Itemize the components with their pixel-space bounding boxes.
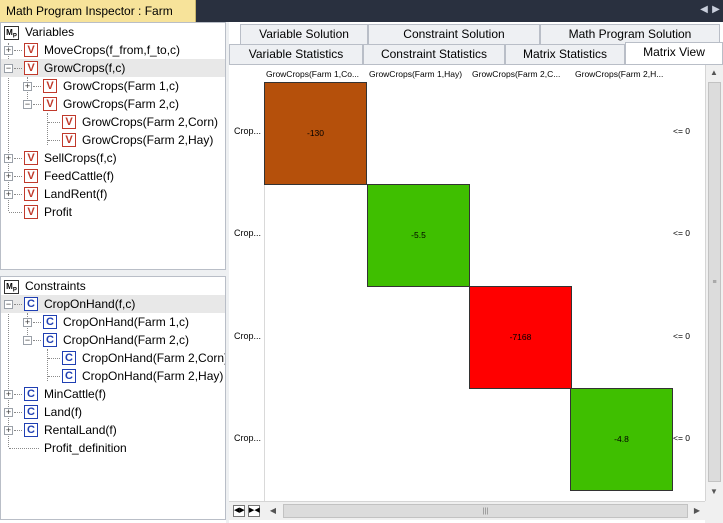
variable-icon: V [24,205,38,219]
expand-icon[interactable]: + [4,190,13,199]
window-title: Math Program Inspector : Farm [6,4,173,18]
tree-item-movecrops[interactable]: + V MoveCrops(f_from,f_to,c) [1,41,225,59]
tab-matrix-view[interactable]: Matrix View [625,42,723,64]
scroll-left-icon[interactable]: ◀ [265,503,281,519]
tree-item-rentalland[interactable]: + C RentalLand(f) [1,421,225,439]
expand-icon[interactable]: + [23,318,32,327]
matrix-cell[interactable]: -130 [264,82,367,185]
tree-item-growcrops[interactable]: − V GrowCrops(f,c) [1,59,225,77]
constraint-icon: C [62,369,76,383]
first-page-icon[interactable]: ◀▶ [233,505,245,517]
expand-icon[interactable]: + [4,390,13,399]
variable-icon: V [24,151,38,165]
constraints-tree[interactable]: MP Constraints − C CropOnHand(f,c) + C C… [0,276,226,520]
variable-icon: V [43,79,57,93]
row-header: Crop... [234,331,262,341]
collapse-icon[interactable]: − [23,336,32,345]
relation-label: <= 0 [673,228,691,238]
window-title-tab[interactable]: Math Program Inspector : Farm [0,0,196,22]
tree-item-croponhand-farm2-corn[interactable]: C CropOnHand(Farm 2,Corn) [1,349,225,367]
tree-item-croponhand[interactable]: − C CropOnHand(f,c) [1,295,225,313]
horizontal-scrollbar[interactable]: ◀▶ ▶◀ ◀ ||| ▶ [229,501,705,520]
math-program-icon: MP [4,26,19,40]
variables-header: Variables [25,25,75,39]
tree-item-profit-definition[interactable]: Profit_definition [1,439,225,457]
constraint-icon: C [43,315,57,329]
title-bar: Math Program Inspector : Farm ◀ ▶ [0,0,723,22]
row-header: Crop... [234,228,262,238]
collapse-icon[interactable]: − [4,64,13,73]
constraint-icon: C [62,351,76,365]
scroll-tabs-left-icon[interactable]: ◀ [698,3,710,17]
tree-item-profit[interactable]: V Profit [1,203,225,221]
math-program-icon: MP [4,280,19,294]
expand-icon[interactable]: + [4,172,13,181]
constraint-icon: C [43,333,57,347]
collapse-icon[interactable]: − [23,100,32,109]
matrix-cell[interactable]: -7168 [469,286,572,389]
matrix-view[interactable]: GrowCrops(Farm 1,Co... GrowCrops(Farm 1,… [229,65,705,501]
constraint-icon: C [24,387,38,401]
variable-icon: V [62,115,76,129]
tree-item-sellcrops[interactable]: + V SellCrops(f,c) [1,149,225,167]
tree-item-growcrops-farm2-hay[interactable]: V GrowCrops(Farm 2,Hay) [1,131,225,149]
tree-item-croponhand-farm1[interactable]: + C CropOnHand(Farm 1,c) [1,313,225,331]
expand-icon[interactable]: + [4,426,13,435]
tab-constraint-statistics[interactable]: Constraint Statistics [363,44,505,64]
tab-variable-statistics[interactable]: Variable Statistics [229,44,363,64]
variable-icon: V [24,187,38,201]
scrollbar-corner [705,501,723,523]
tab-variable-solution[interactable]: Variable Solution [240,24,368,44]
scroll-tabs-right-icon[interactable]: ▶ [710,3,722,17]
column-header: GrowCrops(Farm 2,C... [472,69,561,79]
variable-icon: V [43,97,57,111]
tree-item-feedcattle[interactable]: + V FeedCattle(f) [1,167,225,185]
scroll-up-icon[interactable]: ▲ [706,65,722,81]
tree-item-croponhand-farm2[interactable]: − C CropOnHand(Farm 2,c) [1,331,225,349]
tab-math-program-solution[interactable]: Math Program Solution [540,24,720,44]
horizontal-scroll-thumb[interactable]: ||| [283,504,688,518]
constraint-icon: C [24,423,38,437]
relation-label: <= 0 [673,433,691,443]
relation-label: <= 0 [673,126,691,136]
tab-matrix-statistics[interactable]: Matrix Statistics [505,44,625,64]
tree-item-croponhand-farm2-hay[interactable]: C CropOnHand(Farm 2,Hay) [1,367,225,385]
tree-item-growcrops-farm1[interactable]: + V GrowCrops(Farm 1,c) [1,77,225,95]
column-header: GrowCrops(Farm 2,H... [575,69,664,79]
vertical-scrollbar[interactable]: ▲ ≡ ▼ [705,65,723,501]
expand-icon[interactable]: + [4,408,13,417]
matrix-cell[interactable]: -5.5 [367,184,470,287]
variables-tree[interactable]: MP Variables + V MoveCrops(f_from,f_to,c… [0,22,226,270]
collapse-icon[interactable]: − [4,300,13,309]
variable-icon: V [24,169,38,183]
scroll-right-icon[interactable]: ▶ [689,503,705,519]
tree-item-mincattle[interactable]: + C MinCattle(f) [1,385,225,403]
matrix-cell[interactable]: -4.8 [570,388,673,491]
last-page-icon[interactable]: ▶◀ [248,505,260,517]
tree-item-land[interactable]: + C Land(f) [1,403,225,421]
scroll-down-icon[interactable]: ▼ [706,484,722,500]
variable-icon: V [24,43,38,57]
expand-icon[interactable]: + [4,154,13,163]
vertical-scroll-thumb[interactable]: ≡ [708,82,721,482]
tree-item-growcrops-farm2[interactable]: − V GrowCrops(Farm 2,c) [1,95,225,113]
constraints-header: Constraints [25,279,86,293]
tab-constraint-solution[interactable]: Constraint Solution [368,24,540,44]
constraint-icon: C [24,405,38,419]
row-header: Crop... [234,433,262,443]
column-header: GrowCrops(Farm 1,Co... [266,69,360,79]
relation-label: <= 0 [673,331,691,341]
tree-item-landrent[interactable]: + V LandRent(f) [1,185,225,203]
expand-icon[interactable]: + [23,82,32,91]
constraint-icon: C [24,297,38,311]
tree-item-growcrops-farm2-corn[interactable]: V GrowCrops(Farm 2,Corn) [1,113,225,131]
row-header: Crop... [234,126,262,136]
variable-icon: V [62,133,76,147]
column-header: GrowCrops(Farm 1,Hay) [369,69,463,79]
variable-icon: V [24,61,38,75]
expand-icon[interactable]: + [4,46,13,55]
